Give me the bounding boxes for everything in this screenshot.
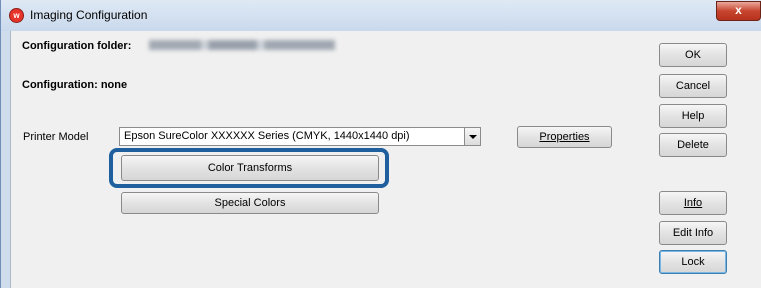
title-bar: w Imaging Configuration x [1,0,761,31]
printer-model-selected-value: Epson SureColor XXXXXX Series (CMYK, 144… [124,130,410,142]
configuration-folder-path-redacted [149,40,335,50]
lock-button[interactable]: Lock [659,250,727,274]
app-logo-icon: w [9,8,24,23]
configuration-status-label: Configuration: none [22,79,128,91]
cancel-button[interactable]: Cancel [659,74,727,98]
info-button-label: Info [683,197,703,209]
configuration-folder-label: Configuration folder: [22,40,132,52]
properties-button[interactable]: Properties [517,126,612,148]
close-button[interactable]: x [716,1,761,21]
color-transforms-highlight [109,148,389,188]
delete-button[interactable]: Delete [659,133,727,157]
ok-button[interactable]: OK [659,43,727,67]
dialog-client-area: Configuration folder: Configuration: non… [10,31,761,288]
lock-button-label: Lock [681,256,705,268]
help-button[interactable]: Help [659,104,727,128]
special-colors-button-label: Special Colors [214,197,286,209]
imaging-configuration-window: w Imaging Configuration x Configuration … [0,0,761,288]
window-title: Imaging Configuration [30,8,148,22]
ok-button-label: OK [685,49,701,61]
printer-model-label: Printer Model [23,131,89,143]
printer-model-select[interactable]: Epson SureColor XXXXXX Series (CMYK, 144… [119,127,481,146]
chevron-down-icon[interactable] [464,128,480,145]
special-colors-button[interactable]: Special Colors [121,192,379,214]
edit-info-button-label: Edit Info [672,227,714,239]
help-button-label: Help [681,110,705,122]
info-button[interactable]: Info [659,191,727,215]
delete-button-label: Delete [677,139,709,151]
properties-button-label: Properties [539,131,590,143]
cancel-button-label: Cancel [675,80,711,92]
edit-info-button[interactable]: Edit Info [659,221,727,245]
